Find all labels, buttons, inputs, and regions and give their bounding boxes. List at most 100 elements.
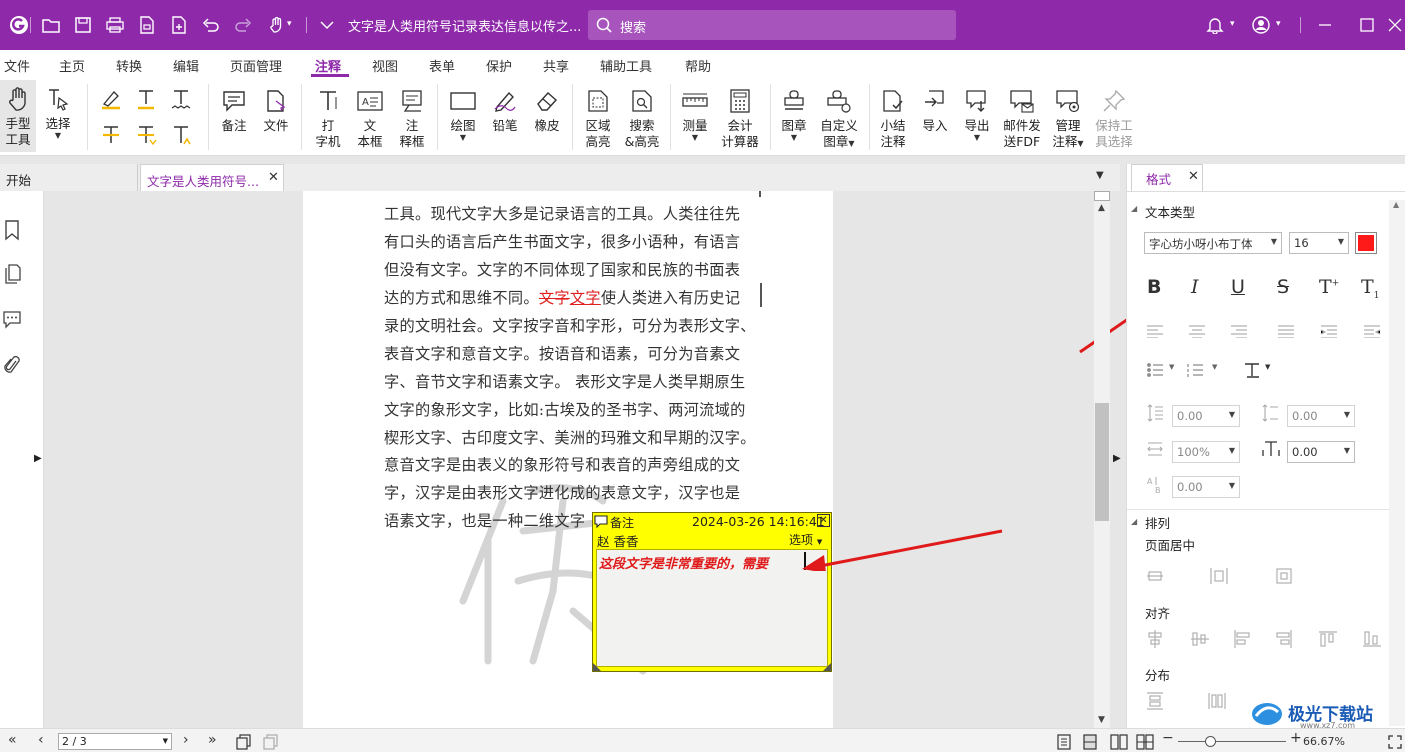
panel-scrollbar[interactable]: ▲: [1389, 200, 1405, 726]
tab-list-dropdown-icon[interactable]: ▼: [1096, 170, 1104, 181]
print-icon[interactable]: [104, 14, 126, 36]
eraser-button[interactable]: 橡皮: [529, 84, 565, 134]
first-page-icon[interactable]: «: [8, 732, 17, 748]
page-center-buttons[interactable]: [1147, 567, 1327, 585]
menu-home[interactable]: 主页: [59, 56, 85, 75]
bookmark-icon[interactable]: [3, 219, 21, 241]
attachment-paperclip-icon[interactable]: [3, 353, 21, 377]
menu-edit[interactable]: 编辑: [173, 56, 199, 75]
subscript-icon[interactable]: T1: [1361, 276, 1379, 301]
menu-comment[interactable]: 注释: [315, 56, 341, 75]
note-resize-handle[interactable]: [823, 663, 831, 671]
close-window-icon[interactable]: [1384, 14, 1405, 36]
close-panel-icon[interactable]: ✕: [1188, 169, 1199, 184]
bold-icon[interactable]: B: [1147, 276, 1161, 298]
underline-icon[interactable]: U: [1231, 276, 1245, 298]
undo-icon[interactable]: [200, 14, 222, 36]
zoom-in-icon[interactable]: +: [1290, 730, 1302, 746]
chevron-down-icon[interactable]: ▼: [1169, 363, 1174, 371]
tab-document[interactable]: 文字是人类用符号... ✕: [140, 164, 284, 191]
line-spacing-select[interactable]: 0.00 ▼: [1172, 405, 1240, 427]
replace-text-icon[interactable]: [135, 124, 157, 146]
fit-page-icon[interactable]: [236, 734, 252, 750]
email-fdf-button[interactable]: 邮件发 送FDF: [999, 84, 1045, 150]
expand-left-panel-icon[interactable]: ▶: [34, 453, 42, 464]
paragraph-spacing-select[interactable]: 0.00 ▼: [1287, 405, 1355, 427]
vertical-scrollbar[interactable]: ▲ ▼: [1094, 191, 1110, 728]
menu-help[interactable]: 帮助: [685, 56, 711, 75]
quick-access-dropdown-icon[interactable]: [316, 14, 338, 36]
scrollbar-thumb[interactable]: [1095, 403, 1109, 521]
word-spacing-select[interactable]: 0.00 ▼: [1172, 476, 1240, 498]
underline-text-icon[interactable]: [135, 88, 157, 110]
calculator-button[interactable]: 会计 计算器: [718, 84, 762, 150]
zoom-out-icon[interactable]: −: [1162, 730, 1174, 746]
two-page-view-icon[interactable]: [1110, 734, 1128, 750]
menu-form[interactable]: 表单: [429, 56, 455, 75]
zoom-slider[interactable]: [1178, 741, 1286, 742]
measure-button[interactable]: 测量 ▼: [677, 84, 713, 142]
app-logo-icon[interactable]: [8, 14, 30, 36]
distribute-buttons[interactable]: [1147, 692, 1227, 710]
continuous-view-icon[interactable]: [1082, 734, 1098, 750]
font-size-select[interactable]: 16 ▼: [1289, 232, 1349, 254]
menu-accessibility[interactable]: 辅助工具: [600, 56, 652, 75]
collapse-section-icon[interactable]: ◢: [1131, 517, 1137, 526]
document-viewer[interactable]: 工具。现代文字大多是记录语言的工具。人类往往先 有口头的语言后产生书面文字，很多…: [44, 191, 1094, 728]
manage-comments-button[interactable]: 管理 注释▼: [1048, 84, 1088, 150]
collapse-section-icon[interactable]: ◢: [1131, 204, 1137, 213]
italic-icon[interactable]: I: [1191, 276, 1199, 298]
character-spacing-select[interactable]: 0.00 ▼: [1287, 441, 1355, 463]
last-page-icon[interactable]: »: [208, 732, 217, 748]
import-button[interactable]: 导入: [917, 84, 953, 134]
previous-page-icon[interactable]: ‹: [38, 732, 44, 748]
summarize-comments-button[interactable]: 小结 注释: [875, 84, 911, 150]
search-input[interactable]: 搜索: [588, 10, 956, 40]
text-color-picker[interactable]: [1355, 232, 1377, 254]
export-button[interactable]: 导出 ▼: [959, 84, 995, 142]
menu-view[interactable]: 视图: [372, 56, 398, 75]
chevron-down-icon[interactable]: ▼: [1265, 363, 1270, 371]
keep-tool-selected-button[interactable]: 保持工 具选择: [1092, 84, 1136, 150]
hand-tool-button[interactable]: 手型 工具: [0, 80, 36, 152]
tab-home[interactable]: 开始: [0, 164, 138, 191]
menu-page-manage[interactable]: 页面管理: [230, 56, 282, 75]
superscript-icon[interactable]: T+: [1319, 276, 1339, 298]
tab-format[interactable]: 格式 ✕: [1131, 164, 1203, 191]
single-page-view-icon[interactable]: [1056, 734, 1072, 750]
expand-right-panel-icon[interactable]: ▶: [1113, 453, 1121, 464]
redo-icon[interactable]: [232, 14, 254, 36]
pencil-button[interactable]: 铅笔: [487, 84, 523, 134]
pages-thumbnail-icon[interactable]: [3, 263, 21, 285]
file-attach-button[interactable]: 文件: [258, 84, 294, 134]
user-avatar-icon[interactable]: [1250, 14, 1272, 36]
menu-convert[interactable]: 转换: [116, 56, 142, 75]
two-page-continuous-icon[interactable]: [1136, 734, 1154, 750]
chevron-down-icon[interactable]: ▾: [1276, 19, 1281, 29]
font-family-select[interactable]: 字心坊小呀小布丁体 ▼: [1144, 232, 1282, 254]
minimize-icon[interactable]: [1314, 14, 1336, 36]
scroll-down-icon[interactable]: ▼: [1098, 715, 1105, 725]
menu-protect[interactable]: 保护: [486, 56, 512, 75]
create-doc-icon[interactable]: [168, 14, 190, 36]
comments-panel-icon[interactable]: [2, 309, 22, 329]
squiggly-text-icon[interactable]: [170, 88, 192, 110]
strikethrough-icon[interactable]: S: [1277, 276, 1289, 298]
chevron-down-icon[interactable]: ▾: [287, 19, 292, 29]
align-buttons[interactable]: [1147, 630, 1387, 648]
next-page-icon[interactable]: ›: [183, 732, 189, 748]
textbox-button[interactable]: A 文本框: [352, 84, 388, 150]
typewriter-button[interactable]: 打字机: [310, 84, 346, 150]
chevron-down-icon[interactable]: ▾: [1230, 19, 1235, 29]
search-highlight-button[interactable]: 搜索 &高亮: [622, 84, 662, 150]
scroll-up-icon[interactable]: ▲: [1098, 203, 1105, 213]
maximize-icon[interactable]: [1356, 14, 1378, 36]
scroll-up-icon[interactable]: ▲: [1393, 200, 1399, 209]
draw-button[interactable]: 绘图 ▼: [444, 84, 482, 142]
strikeout-annotation[interactable]: 文字: [539, 289, 570, 307]
zoom-slider-thumb[interactable]: [1205, 736, 1216, 747]
menu-file[interactable]: 文件: [4, 56, 30, 75]
bell-icon[interactable]: [1204, 14, 1226, 36]
inserted-text-annotation[interactable]: 文字: [570, 289, 601, 307]
custom-stamp-button[interactable]: 自定义 图章▼: [816, 84, 862, 150]
